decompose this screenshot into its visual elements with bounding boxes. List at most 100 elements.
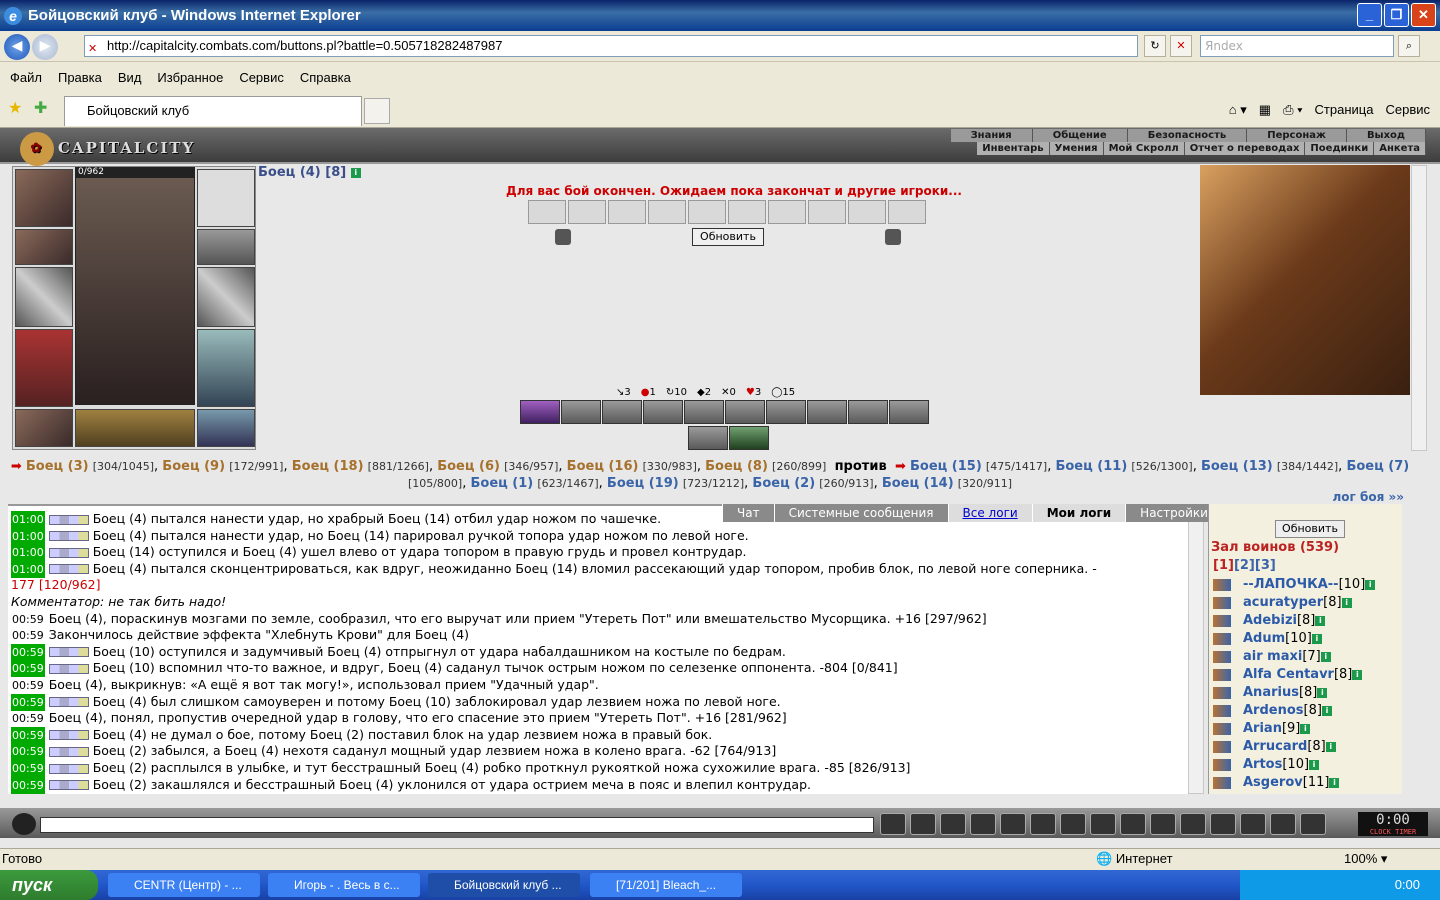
battle-scrollbar[interactable] [1411,165,1427,451]
online-user[interactable]: Arian[9] i [1209,720,1389,738]
new-tab-button[interactable] [364,98,390,124]
page-link[interactable]: [2] [1234,558,1255,573]
add-favorite-icon[interactable]: ✚ [34,98,47,117]
scroll-slot[interactable] [808,200,846,224]
info-icon[interactable]: i [1325,741,1336,752]
filter-icon[interactable] [940,813,966,835]
friends-icon[interactable] [1240,813,1266,835]
tab-combats[interactable]: Бойцовский клуб [64,96,362,126]
zoom-control[interactable]: 100% ▾ [1344,851,1387,867]
fighter-link[interactable]: Боец (11) [1055,459,1127,474]
fighter-link[interactable]: Боец (7) [1346,459,1409,474]
user-name[interactable]: air maxi [1243,649,1302,664]
skill-button[interactable] [684,400,724,424]
chat-mode-icon[interactable] [12,813,36,835]
close-button[interactable]: ✕ [1411,3,1436,27]
minimize-button[interactable]: _ [1357,3,1382,27]
menu-help[interactable]: Справка [300,70,351,85]
task-bleach[interactable]: [71/201] Bleach_... [590,873,742,897]
menu-exit[interactable]: Выход [1347,129,1426,142]
menu-scroll[interactable]: Мой Скролл [1104,142,1185,155]
legs-slot[interactable] [197,329,255,407]
user-name[interactable]: Alfa Centavr [1243,667,1334,682]
info-icon[interactable]: i [1341,597,1352,608]
online-user[interactable]: air maxi[7] i [1209,648,1389,666]
stop-icon[interactable]: ✕ [1170,35,1192,57]
maximize-button[interactable]: ❐ [1384,3,1409,27]
online-user[interactable]: Ardenos[8] i [1209,702,1389,720]
info-icon[interactable]: i [1309,759,1320,770]
info-icon[interactable]: i [350,167,361,178]
scroll-slot[interactable] [728,200,766,224]
info-icon[interactable]: i [1321,705,1332,716]
menu-communication[interactable]: Общение [1033,129,1128,142]
scroll-slot[interactable] [608,200,646,224]
online-user[interactable]: Asgerov[11] i [1209,774,1389,792]
online-user[interactable]: Anarius[8] i [1209,684,1389,702]
tab-system[interactable]: Системные сообщения [773,504,948,522]
fighter-link[interactable]: Боец (6) [437,459,500,474]
task-combats[interactable]: Бойцовский клуб ... [428,873,580,897]
skill-button[interactable] [688,426,728,450]
quest-icon[interactable] [1180,813,1206,835]
skill-button[interactable] [520,400,560,424]
sound-icon[interactable] [1060,813,1086,835]
online-user[interactable]: Adebizi[8] i [1209,612,1389,630]
scroll-slot[interactable] [648,200,686,224]
user-name[interactable]: Arian [1243,721,1282,736]
user-name[interactable]: Adebizi [1243,613,1297,628]
menu-profile[interactable]: Анкета [1374,142,1426,155]
inventory-icon[interactable] [1150,813,1176,835]
home-icon[interactable]: ⌂ ▾ [1229,97,1247,123]
bracer-slot[interactable] [15,229,73,265]
menu-file[interactable]: Файл [10,70,42,85]
exit-icon[interactable] [1300,813,1326,835]
tab-chat[interactable]: Чат [722,504,774,522]
no-image-slot[interactable] [197,169,255,227]
forward-button[interactable]: ▶ [32,34,58,60]
chat-settings-icon[interactable] [1120,813,1146,835]
menu-security[interactable]: Безопасность [1128,129,1248,142]
fight-icon[interactable] [1000,813,1026,835]
fighter-link[interactable]: Боец (18) [292,459,364,474]
fighter-link[interactable]: Боец (1) [470,476,533,491]
user-name[interactable]: Anarius [1243,685,1299,700]
menu-skills[interactable]: Умения [1050,142,1104,155]
task-centr[interactable]: CENTR (Центр) - ... [108,873,260,897]
skill-button[interactable] [807,400,847,424]
page-link[interactable]: [3] [1255,558,1276,573]
log-icon[interactable] [970,813,996,835]
smile-icon[interactable] [1090,813,1116,835]
info-icon[interactable]: i [1300,723,1311,734]
menu-battles[interactable]: Поединки [1305,142,1375,155]
user-name[interactable]: Arrucard [1243,739,1307,754]
info-icon[interactable]: i [1320,651,1331,662]
skill-button[interactable] [889,400,929,424]
boots-slot[interactable] [197,409,255,447]
armor-slot[interactable] [15,329,73,407]
send-icon[interactable] [880,813,906,835]
scroll-slot[interactable] [848,200,886,224]
search-input[interactable]: Яndex [1200,35,1394,57]
back-button[interactable]: ◀ [4,34,30,60]
menu-inventory[interactable]: Инвентарь [977,142,1050,155]
menu-edit[interactable]: Правка [58,70,102,85]
scroll-slot[interactable] [568,200,606,224]
user-name[interactable]: Asgerov [1243,775,1303,790]
skill-button[interactable] [643,400,683,424]
fighter-link[interactable]: Боец (8) [705,459,768,474]
log-scrollbar[interactable] [1188,508,1204,794]
menu-character[interactable]: Персонаж [1247,129,1347,142]
user-name[interactable]: acuratyper [1243,595,1323,610]
fighter-link[interactable]: Боец (16) [567,459,639,474]
scroll-slot[interactable] [528,200,566,224]
start-button[interactable]: пуск [0,870,98,900]
fighter-link[interactable]: Боец (14) [882,476,954,491]
user-name[interactable]: --ЛАПОЧКА-- [1243,577,1339,592]
fighter-link[interactable]: Боец (19) [607,476,679,491]
skill-button[interactable] [729,426,769,450]
online-refresh-button[interactable]: Обновить [1275,520,1345,538]
refresh-button[interactable]: Обновить [692,228,764,246]
user-name[interactable]: Adum [1243,631,1285,646]
info-icon[interactable]: i [1329,777,1340,788]
